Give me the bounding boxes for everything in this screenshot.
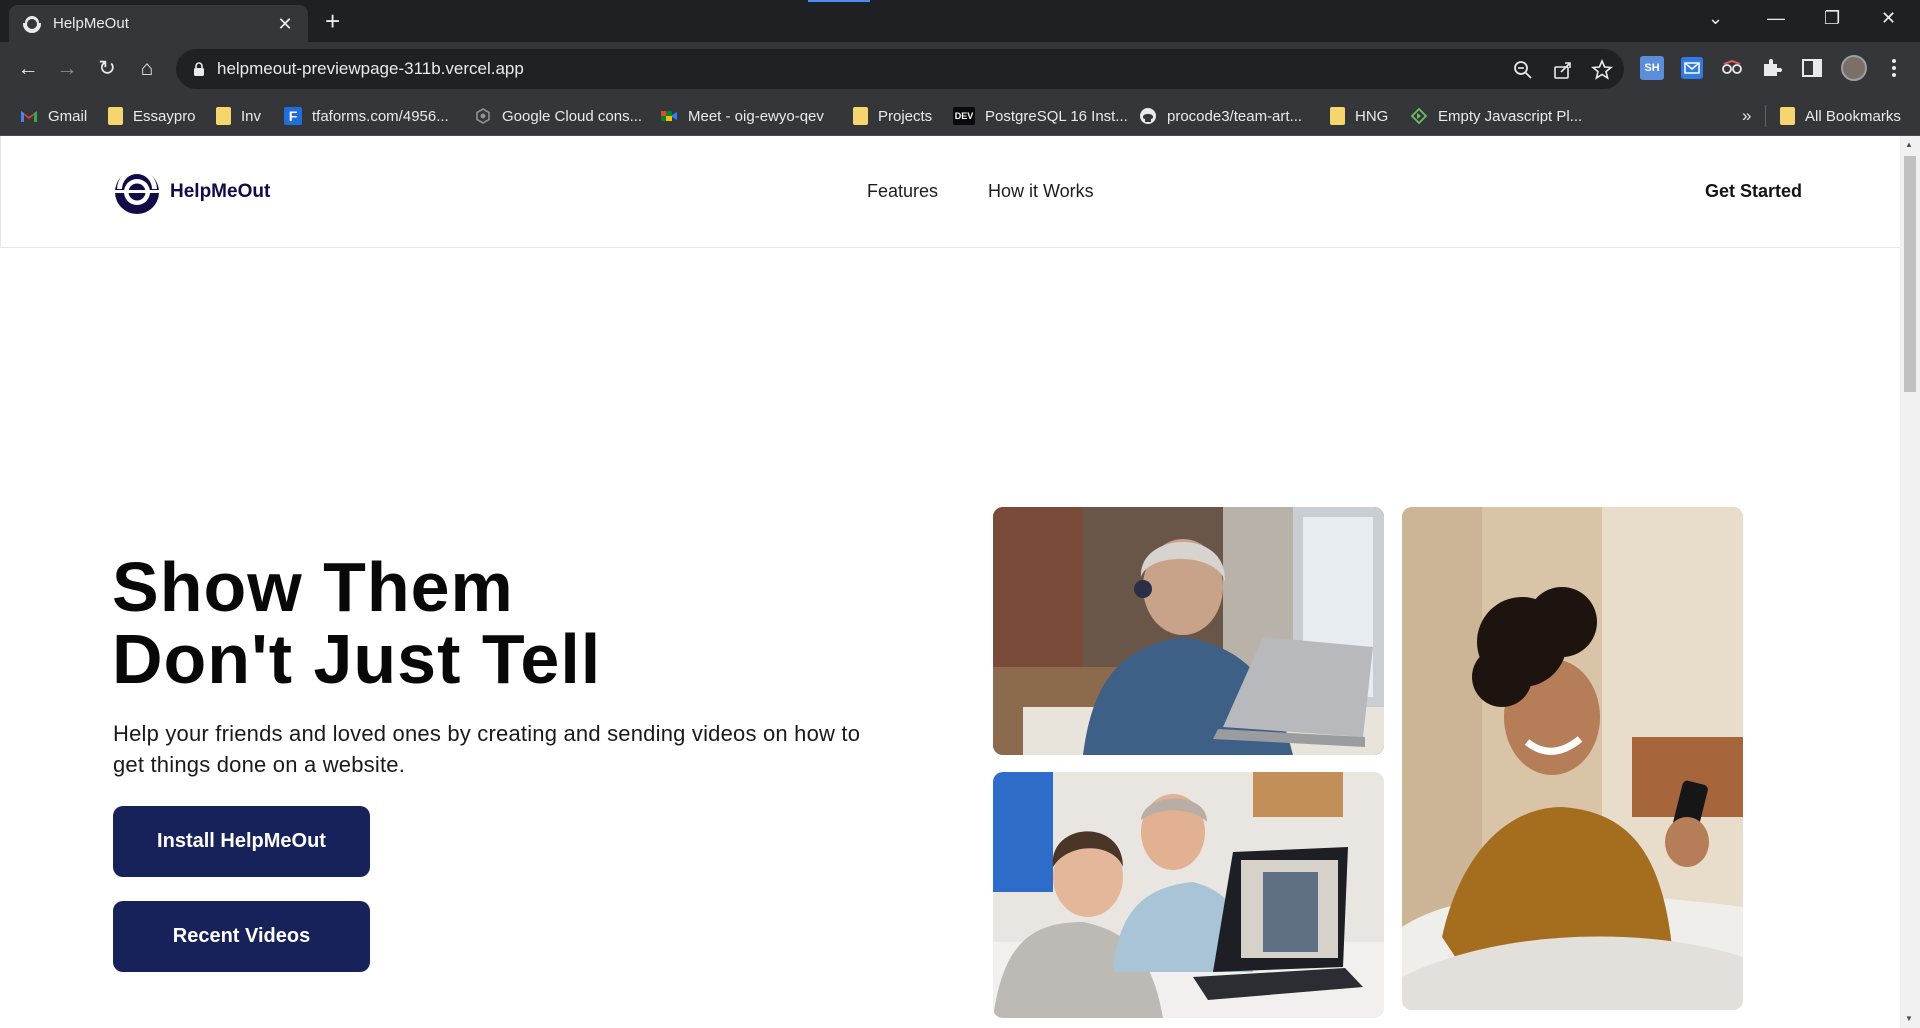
hero-photo-woman-laptop [993,507,1384,755]
lock-icon[interactable] [193,62,205,77]
browser-toolbar: ← → ↻ ⌂ helpmeout-previewpage-311b.verce… [0,42,1920,96]
bookmark-inv[interactable]: Inv [216,105,261,127]
hero-title-line-2: Don't Just Tell [112,620,602,698]
hero-title: Show Them Don't Just Tell [112,551,601,695]
bookmark-label: Empty Javascript Pl... [1438,107,1583,125]
site-header: HelpMeOut Features How it Works Get Star… [0,136,1900,248]
scrollbar-thumb[interactable] [1904,156,1916,392]
site-logo[interactable]: HelpMeOut [114,169,270,215]
new-tab-button[interactable]: + [325,8,340,34]
extension-sh-icon[interactable]: SH [1640,56,1664,80]
folder-icon [853,107,868,125]
tab-title: HelpMeOut [53,15,129,32]
bookmarks-bar: Gmail Essaypro Inv F tfaforms.com/4956..… [0,96,1920,136]
folder-icon [108,107,123,125]
tab-close-icon[interactable]: ✕ [275,14,295,34]
scroll-up-arrow-icon[interactable]: ▲ [1905,140,1913,149]
reload-button[interactable]: ↻ [93,55,121,83]
playground-icon [1410,107,1428,125]
home-button[interactable]: ⌂ [133,55,161,83]
bookmark-label: Gmail [48,107,88,125]
helpmeout-favicon-icon [23,13,41,33]
brand-name: HelpMeOut [170,181,271,202]
zoom-icon[interactable] [1512,59,1534,81]
browser-tab-strip: HelpMeOut ✕ + ⌄ — ❐ ✕ [0,0,1920,42]
google-meet-icon [661,111,677,121]
bookmark-star-icon[interactable] [1591,59,1613,81]
formassembly-icon: F [284,107,302,125]
hero-subtitle: Help your friends and loved ones by crea… [113,721,861,777]
dev-icon: DEV [953,107,975,125]
hero-title-line-1: Show Them [112,548,514,626]
hero-photo-family-laptop [993,772,1384,1018]
bookmark-gmail[interactable]: Gmail [20,105,87,127]
nav-link-features[interactable]: Features [867,181,938,202]
bookmark-projects[interactable]: Projects [853,105,932,127]
tab-search-indicator [808,0,870,2]
extension-spy-icon[interactable] [1720,56,1744,80]
hero-photo-woman-phone [1402,507,1743,1010]
bookmark-label: Essaypro [133,107,196,125]
bookmark-hng[interactable]: HNG [1330,105,1388,127]
extension-mail-icon[interactable] [1680,56,1704,80]
address-bar[interactable]: helpmeout-previewpage-311b.vercel.app [176,49,1624,89]
all-bookmarks-label: All Bookmarks [1805,107,1901,125]
restore-window-button[interactable]: ❐ [1824,6,1840,30]
browser-tab[interactable]: HelpMeOut ✕ [9,5,308,42]
bookmark-label: PostgreSQL 16 Inst... [985,107,1128,125]
bookmark-tfaforms[interactable]: F tfaforms.com/4956... [284,105,449,127]
profile-avatar[interactable] [1841,55,1867,81]
recent-videos-button[interactable]: Recent Videos [113,901,370,972]
bookmark-label: tfaforms.com/4956... [312,107,449,125]
bookmark-essaypro[interactable]: Essaypro [108,105,196,127]
woman-phone-image [1402,507,1743,1010]
bookmark-empty-javascript[interactable]: Empty Javascript Pl... [1410,105,1582,127]
bookmark-postgresql[interactable]: DEV PostgreSQL 16 Inst... [953,105,1128,127]
get-started-link[interactable]: Get Started [1705,181,1802,202]
web-page: HelpMeOut Features How it Works Get Star… [0,136,1900,1028]
url-text[interactable]: helpmeout-previewpage-311b.vercel.app [217,59,524,79]
google-cloud-icon [476,108,490,124]
bookmark-meet[interactable]: Meet - oig-ewyo-qev [660,105,824,127]
family-laptop-image [993,772,1384,1018]
install-helpmeout-button[interactable]: Install HelpMeOut [113,806,370,877]
share-icon[interactable] [1552,59,1574,81]
folder-icon [1330,107,1345,125]
side-panel-icon[interactable] [1800,56,1824,80]
gmail-icon [21,111,37,122]
scroll-down-arrow-icon[interactable]: ▼ [1905,1014,1913,1023]
helpmeout-logo-icon [114,169,160,214]
extensions-puzzle-icon[interactable] [1760,56,1784,80]
bookmark-label: Meet - oig-ewyo-qev [688,107,824,125]
bookmark-label: Google Cloud cons... [502,107,643,125]
close-window-button[interactable]: ✕ [1881,6,1896,30]
bookmark-label: HNG [1355,107,1389,125]
nav-link-how-it-works[interactable]: How it Works [988,181,1094,202]
folder-icon [216,107,231,125]
bookmark-label: Projects [878,107,933,125]
bookmark-label: procode3/team-art... [1167,107,1303,125]
all-bookmarks-button[interactable]: All Bookmarks [1780,105,1901,127]
bookmark-label: Inv [241,107,262,125]
minimize-window-button[interactable]: — [1767,6,1785,30]
bookmarks-divider [1765,105,1766,127]
folder-icon [1780,107,1795,125]
page-scrollbar[interactable]: ▲ ▼ [1900,136,1920,1028]
back-button[interactable]: ← [14,55,42,83]
bookmarks-overflow-button[interactable]: » [1742,105,1751,127]
tab-search-chevron-icon[interactable]: ⌄ [1708,6,1723,30]
bookmark-github[interactable]: procode3/team-art... [1139,105,1302,127]
bookmark-google-cloud[interactable]: Google Cloud cons... [474,105,642,127]
github-icon [1140,108,1156,124]
woman-laptop-image [993,507,1384,755]
browser-menu-icon[interactable] [1882,56,1906,80]
forward-button[interactable]: → [53,55,81,83]
